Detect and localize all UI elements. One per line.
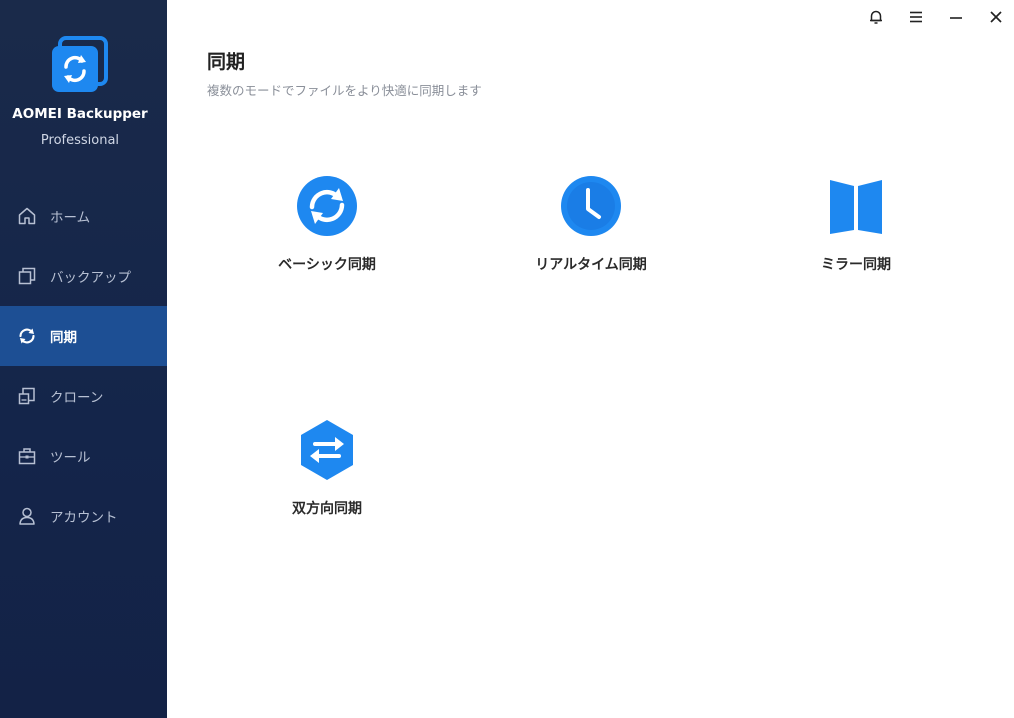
mirror-sync-label: ミラー同期	[821, 257, 891, 273]
app-name: AOMEI Backupper	[12, 106, 148, 122]
sidebar-item-label: ツール	[50, 450, 91, 466]
sidebar-item-label: 同期	[50, 330, 77, 346]
two-way-sync-label: 双方向同期	[292, 501, 362, 517]
home-icon	[17, 206, 37, 226]
sidebar-item-account[interactable]: アカウント	[0, 486, 167, 546]
sidebar-item-label: バックアップ	[50, 270, 131, 286]
mirror-sync-button[interactable]: ミラー同期	[746, 174, 966, 294]
sidebar-item-home[interactable]: ホーム	[0, 186, 167, 246]
two-way-sync-button[interactable]: 双方向同期	[217, 418, 437, 538]
app-edition: Professional	[40, 133, 120, 148]
close-icon[interactable]	[984, 6, 1008, 28]
page-subtitle: 複数のモードでファイルをより快適に同期します	[207, 83, 482, 98]
two-way-sync-icon	[295, 418, 359, 482]
app-logo-icon	[50, 36, 110, 94]
sidebar-item-label: アカウント	[50, 510, 118, 526]
backup-icon	[17, 266, 37, 286]
sync-icon	[17, 326, 37, 346]
mirror-sync-icon	[824, 174, 888, 238]
sidebar-item-clone[interactable]: クローン	[0, 366, 167, 426]
sidebar-item-tools[interactable]: ツール	[0, 426, 167, 486]
account-icon	[17, 506, 37, 526]
page-title: 同期	[207, 51, 246, 73]
minimize-icon[interactable]	[944, 6, 968, 28]
sidebar-item-sync[interactable]: 同期	[0, 306, 167, 366]
sidebar-item-backup[interactable]: バックアップ	[0, 246, 167, 306]
clone-icon	[17, 386, 37, 406]
realtime-sync-clock-icon	[559, 174, 623, 238]
basic-sync-label: ベーシック同期	[278, 257, 376, 273]
sidebar: AOMEI Backupper Professional ホーム バックアップ	[0, 0, 167, 718]
sidebar-item-label: ホーム	[50, 210, 91, 226]
basic-sync-icon	[295, 174, 359, 238]
hamburger-menu-icon[interactable]	[904, 6, 928, 28]
realtime-sync-label: リアルタイム同期	[535, 257, 647, 273]
bell-icon[interactable]	[864, 6, 888, 28]
basic-sync-button[interactable]: ベーシック同期	[217, 174, 437, 294]
realtime-sync-button[interactable]: リアルタイム同期	[481, 174, 701, 294]
tools-icon	[17, 446, 37, 466]
sidebar-item-label: クローン	[50, 390, 104, 406]
sidebar-nav: ホーム バックアップ 同期 クローン ツール アカウント	[0, 186, 167, 546]
